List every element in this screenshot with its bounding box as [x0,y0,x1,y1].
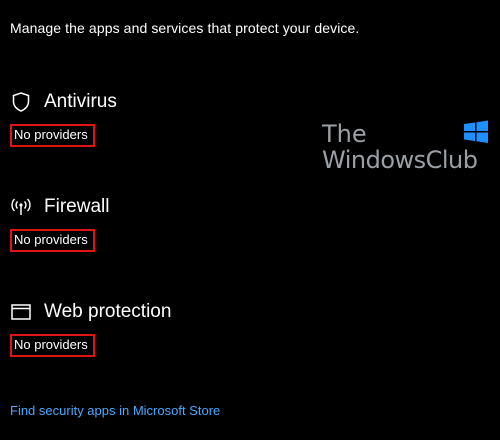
antivirus-section: Antivirus No providers [10,88,117,147]
shield-icon [10,91,32,113]
firewall-title: Firewall [44,196,110,217]
firewall-status: No providers [10,229,95,252]
security-providers-page: Manage the apps and services that protec… [0,0,500,440]
antivirus-title: Antivirus [44,91,117,112]
watermark-line1: The [322,120,367,148]
windows-logo-icon [462,120,490,144]
antivirus-header: Antivirus [10,88,117,116]
web-protection-title: Web protection [44,301,172,322]
page-subtitle: Manage the apps and services that protec… [10,20,360,36]
watermark: The WindowsClub [322,120,492,180]
firewall-header: Firewall [10,193,109,221]
web-protection-status: No providers [10,334,95,357]
watermark-line2: WindowsClub [322,146,478,174]
web-protection-header: Web protection [10,298,171,326]
window-icon [10,301,32,323]
antenna-icon [10,196,32,218]
firewall-section: Firewall No providers [10,193,109,252]
web-protection-section: Web protection No providers [10,298,171,357]
antivirus-status: No providers [10,124,95,147]
find-security-apps-link[interactable]: Find security apps in Microsoft Store [10,403,220,418]
